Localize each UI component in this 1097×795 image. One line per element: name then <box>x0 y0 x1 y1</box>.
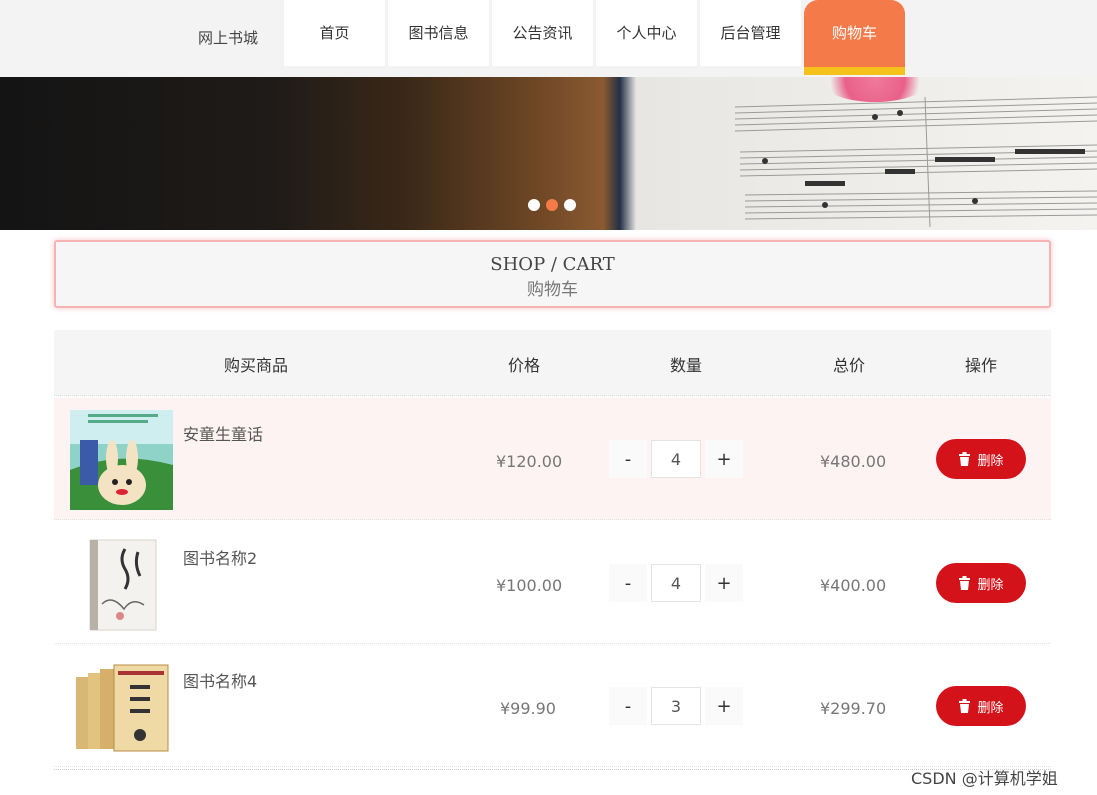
trash-icon <box>958 452 971 466</box>
nav-item-profile[interactable]: 个人中心 <box>596 0 697 66</box>
increase-button[interactable]: + <box>705 440 743 478</box>
quantity-stepper: - + <box>609 440 743 478</box>
cart-table: 购买商品 价格 数量 总价 操作 安童生童话 ¥120.00 - 4 + ¥48… <box>54 330 1051 770</box>
top-navbar: 网上书城 首页 图书信息 公告资讯 个人中心 后台管理 购物车 <box>0 0 1097 77</box>
quantity-input[interactable] <box>651 440 701 478</box>
book-title[interactable]: 图书名称2 <box>183 545 257 569</box>
table-header: 购买商品 价格 数量 总价 操作 <box>54 330 1051 396</box>
nav-item-news[interactable]: 公告资讯 <box>492 0 593 66</box>
book-cover-cartoon-rabbit-icon[interactable] <box>70 410 173 510</box>
table-row: 图书名称4 ¥99.90 - + ¥299.70 删除 <box>54 645 1051 767</box>
increase-button[interactable]: + <box>705 564 743 602</box>
carousel-indicators <box>528 199 576 211</box>
row-total: ¥299.70 <box>820 699 887 718</box>
carousel-dot-2-active[interactable] <box>546 199 558 211</box>
nav-item-books[interactable]: 图书信息 <box>388 0 489 66</box>
quantity-stepper: - + <box>609 687 743 725</box>
increase-button[interactable]: + <box>705 687 743 725</box>
trash-icon <box>958 699 971 713</box>
delete-button[interactable]: 删除 <box>936 439 1026 479</box>
delete-label: 删除 <box>977 577 1004 593</box>
book-title[interactable]: 安童生童话 <box>183 421 263 445</box>
nav-item-home[interactable]: 首页 <box>284 0 385 66</box>
row-total: ¥400.00 <box>820 576 887 595</box>
delete-label: 删除 <box>977 700 1004 716</box>
header-action: 操作 <box>965 356 998 375</box>
trash-icon <box>958 576 971 590</box>
header-quantity: 数量 <box>670 356 703 375</box>
decrease-button[interactable]: - <box>609 687 647 725</box>
delete-button[interactable]: 删除 <box>936 686 1026 726</box>
book-cover-white-icon[interactable] <box>70 534 173 634</box>
header-product: 购买商品 <box>224 356 289 375</box>
decrease-button[interactable]: - <box>609 440 647 478</box>
quantity-stepper: - + <box>609 564 743 602</box>
quantity-input[interactable] <box>651 564 701 602</box>
unit-price: ¥100.00 <box>496 576 563 595</box>
section-title-en: SHOP / CART <box>490 254 615 275</box>
nav-item-admin[interactable]: 后台管理 <box>700 0 801 66</box>
unit-price: ¥99.90 <box>500 699 556 718</box>
site-brand[interactable]: 网上书城 <box>198 27 258 48</box>
book-cover-boxset-icon[interactable] <box>70 657 173 757</box>
main-nav: 首页 图书信息 公告资讯 个人中心 后台管理 购物车 <box>284 0 908 75</box>
banner-sheet-music-image <box>734 96 1097 228</box>
table-row: 图书名称2 ¥100.00 - + ¥400.00 删除 <box>54 522 1051 644</box>
table-row: 安童生童话 ¥120.00 - + ¥480.00 删除 <box>54 398 1051 520</box>
quantity-input[interactable] <box>651 687 701 725</box>
delete-label: 删除 <box>977 453 1004 469</box>
carousel-dot-1[interactable] <box>528 199 540 211</box>
watermark-text: CSDN @计算机学姐 <box>911 769 1058 788</box>
book-title[interactable]: 图书名称4 <box>183 668 257 692</box>
cart-section-header: SHOP / CART 购物车 <box>54 240 1051 308</box>
nav-item-cart[interactable]: 购物车 <box>804 0 905 75</box>
decrease-button[interactable]: - <box>609 564 647 602</box>
row-total: ¥480.00 <box>820 452 887 471</box>
header-total: 总价 <box>833 356 866 375</box>
unit-price: ¥120.00 <box>496 452 563 471</box>
carousel-dot-3[interactable] <box>564 199 576 211</box>
delete-button[interactable]: 删除 <box>936 563 1026 603</box>
section-title-cn: 购物车 <box>527 280 578 300</box>
header-price: 价格 <box>508 356 541 375</box>
